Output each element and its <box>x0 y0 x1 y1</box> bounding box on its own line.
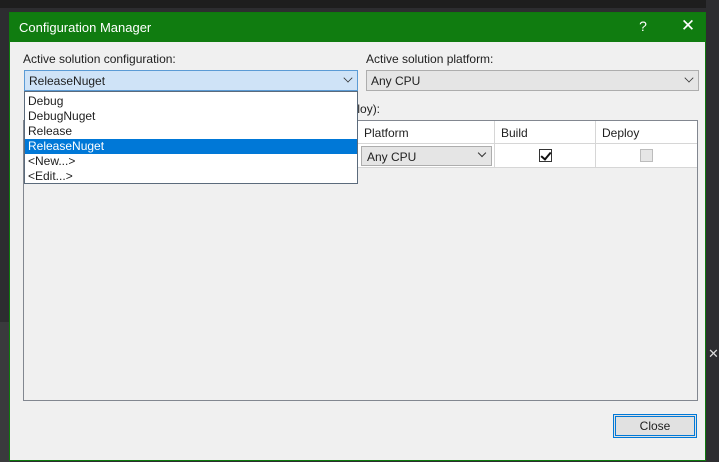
config-option[interactable]: <New...> <box>25 154 357 169</box>
chevron-down-icon <box>477 148 487 158</box>
ide-background-top <box>0 0 719 8</box>
active-platform-label: Active solution platform: <box>366 52 494 66</box>
chevron-down-icon <box>343 73 353 83</box>
config-dropdown-list: Debug DebugNuget Release ReleaseNuget <N… <box>24 91 358 184</box>
config-option[interactable]: <Edit...> <box>25 169 357 184</box>
active-config-combobox[interactable]: ReleaseNuget <box>24 70 358 91</box>
column-header-deploy: Deploy <box>596 121 697 144</box>
active-config-value: ReleaseNuget <box>29 74 106 88</box>
ide-close-icon[interactable]: ✕ <box>708 346 719 362</box>
close-icon[interactable]: ✕ <box>676 16 700 38</box>
active-config-label: Active solution configuration: <box>23 52 176 66</box>
deploy-checkbox <box>640 149 653 162</box>
column-header-build: Build <box>495 121 596 144</box>
configuration-manager-dialog: Configuration Manager ? ✕ Active solutio… <box>9 12 706 461</box>
row-platform-combobox[interactable]: Any CPU <box>361 146 492 166</box>
config-option[interactable]: Release <box>25 124 357 139</box>
ide-background-right: ✕ <box>706 0 719 462</box>
build-cell <box>495 144 596 168</box>
deploy-cell <box>596 144 697 168</box>
column-header-platform: Platform <box>358 121 495 144</box>
title-bar: Configuration Manager ? ✕ <box>10 13 705 42</box>
active-platform-value: Any CPU <box>371 74 421 88</box>
build-checkbox[interactable] <box>539 149 552 162</box>
row-platform-value: Any CPU <box>367 150 417 164</box>
config-option[interactable]: Debug <box>25 94 357 109</box>
dialog-title: Configuration Manager <box>19 20 152 35</box>
close-button-label: Close <box>639 419 671 433</box>
close-button[interactable]: Close <box>613 414 697 438</box>
chevron-down-icon <box>684 73 694 83</box>
help-icon[interactable]: ? <box>631 18 655 38</box>
config-option[interactable]: DebugNuget <box>25 109 357 124</box>
config-option-selected[interactable]: ReleaseNuget <box>25 139 357 154</box>
active-platform-combobox[interactable]: Any CPU <box>366 70 699 91</box>
platform-cell: Any CPU <box>358 144 495 168</box>
